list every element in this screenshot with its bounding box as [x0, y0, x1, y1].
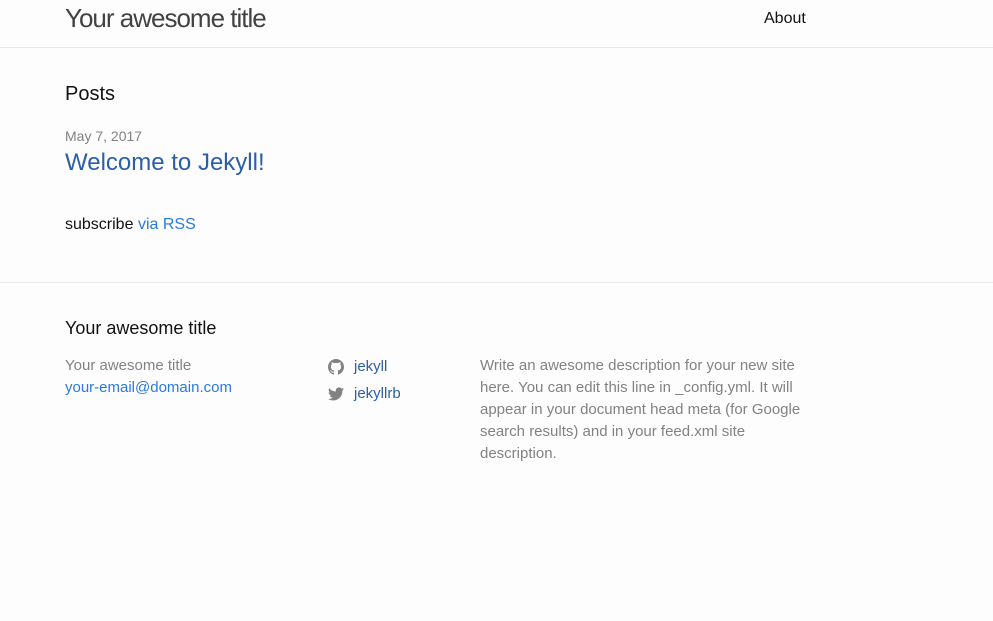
nav-link-about[interactable]: About — [764, 9, 806, 29]
footer-heading: Your awesome title — [65, 318, 217, 338]
social-item-github[interactable]: jekyll — [328, 356, 401, 378]
post-title-link[interactable]: Welcome to Jekyll! — [65, 148, 265, 178]
site-title-link[interactable]: Your awesome title — [65, 3, 267, 33]
footer-social-list: jekyll jekyllrb — [328, 356, 401, 410]
rss-prefix-text: subscribe — [65, 216, 134, 233]
social-item-twitter[interactable]: jekyllrb — [328, 383, 401, 405]
footer-contact-name: Your awesome title — [65, 357, 192, 374]
post-date: May 7, 2017 — [65, 128, 143, 144]
rss-link[interactable]: via RSS — [138, 216, 196, 233]
social-link-github[interactable]: jekyll — [354, 356, 387, 378]
site-footer: Your awesome title Your awesome title yo… — [0, 282, 993, 621]
footer-email-link[interactable]: your-email@domain.com — [65, 377, 232, 399]
twitter-icon — [328, 386, 344, 402]
site-header: Your awesome title About — [0, 0, 993, 48]
posts-heading: Posts — [65, 83, 116, 105]
rss-subscribe: subscribe via RSS — [65, 215, 196, 235]
footer-description: Write an awesome description for your ne… — [480, 357, 801, 462]
footer-contact: Your awesome title your-email@domain.com — [65, 355, 232, 399]
social-link-twitter[interactable]: jekyllrb — [354, 383, 401, 405]
github-icon — [328, 359, 344, 375]
